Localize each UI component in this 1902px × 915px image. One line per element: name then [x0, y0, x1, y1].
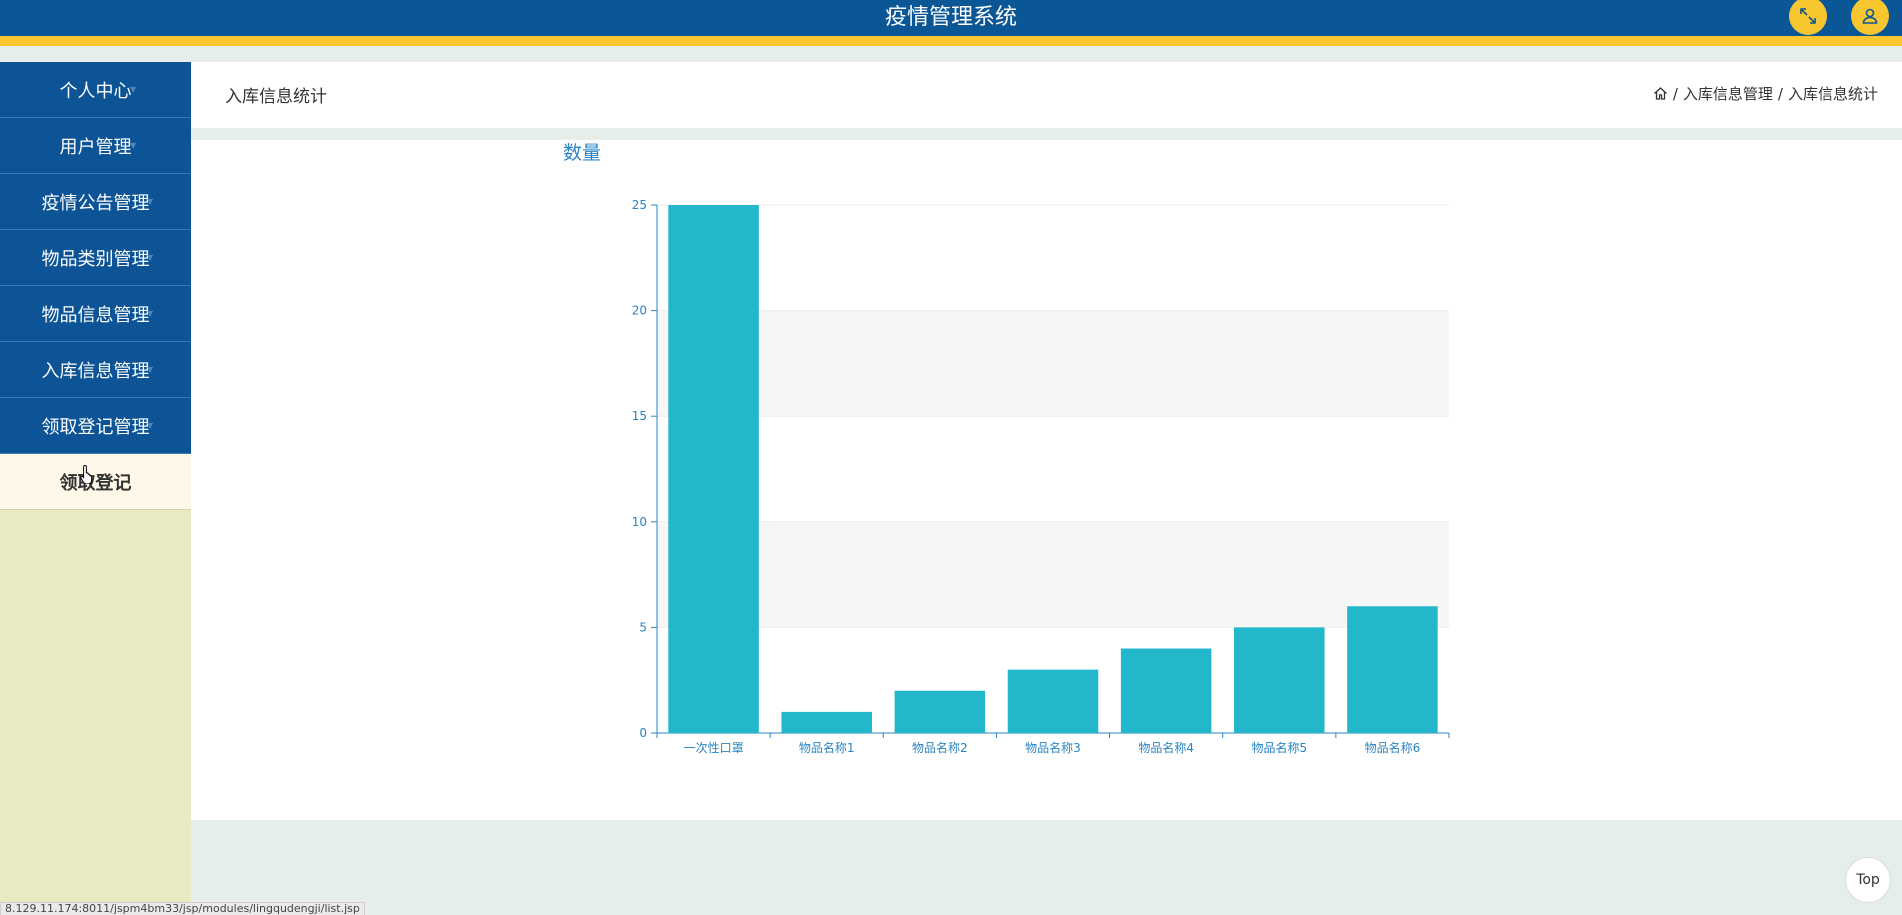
bar	[781, 711, 872, 733]
y-tick-label: 20	[632, 304, 647, 318]
y-tick-label: 10	[632, 515, 647, 529]
sidebar: 个人中心 ▼ 用户管理 ▼ 疫情公告管理 ▼ 物品类别管理 ▼ 物品信息管理 ▼…	[0, 62, 191, 915]
chevron-down-icon: ▼	[130, 141, 137, 150]
sidebar-item-goods-info[interactable]: 物品信息管理 ▼	[0, 286, 191, 342]
grid-band	[657, 521, 1449, 628]
sidebar-item-label: 领取登记管理	[41, 416, 150, 438]
sidebar-item-category-management[interactable]: 物品类别管理 ▼	[0, 230, 191, 286]
sidebar-item-personal-center[interactable]: 个人中心 ▼	[0, 62, 191, 118]
chart-panel: 数量 0 5 10 15 20 25 一次性口罩 物品名称1 物品名称2 物品名称3 物品名称4 物品名…	[191, 140, 1902, 820]
sidebar-item-label: 疫情公告管理	[41, 192, 150, 214]
bar	[1007, 669, 1099, 733]
x-tick-label: 一次性口罩	[684, 741, 744, 755]
x-tick-label: 物品名称3	[1025, 740, 1081, 755]
bar	[1234, 627, 1325, 733]
y-tick-label: 15	[632, 409, 647, 423]
chevron-down-icon: ▼	[147, 365, 154, 374]
chevron-down-icon: ▼	[147, 253, 154, 262]
bar	[1347, 606, 1438, 733]
grid-band	[657, 310, 1449, 417]
chevron-down-icon: ▼	[130, 85, 137, 94]
breadcrumb-separator: /	[1672, 84, 1678, 103]
app-title: 疫情管理系统	[884, 5, 1017, 30]
sidebar-item-label: 物品类别管理	[41, 248, 150, 270]
top-bar: 疫情管理系统	[0, 0, 1902, 46]
chart-title: 数量	[563, 142, 601, 164]
bar-chart: 数量 0 5 10 15 20 25 一次性口罩 物品名称1 物品名称2 物品名称3 物品名称4 物品名…	[563, 142, 1450, 755]
breadcrumb-item-inbound-management[interactable]: 入库信息管理	[1683, 83, 1773, 104]
sidebar-item-label: 物品信息管理	[41, 304, 150, 326]
x-tick-label: 物品名称6	[1365, 740, 1421, 755]
breadcrumb: / 入库信息管理 / 入库信息统计	[1653, 83, 1878, 104]
sidebar-item-pickup-management[interactable]: 领取登记管理 ▼	[0, 398, 191, 454]
fullscreen-icon	[1800, 8, 1816, 24]
x-tick-label: 物品名称2	[912, 740, 968, 755]
x-tick-label: 物品名称1	[799, 740, 855, 755]
sidebar-item-epidemic-notice[interactable]: 疫情公告管理 ▼	[0, 174, 191, 230]
sidebar-item-user-management[interactable]: 用户管理 ▼	[0, 118, 191, 174]
user-icon	[1862, 8, 1878, 24]
bar	[894, 690, 986, 733]
hand-cursor-icon	[80, 464, 93, 484]
status-bar-url: 8.129.11.174:8011/jspm4bm33/jsp/modules/…	[0, 902, 365, 915]
y-tick-label: 5	[639, 620, 647, 634]
sidebar-item-label: 个人中心	[59, 80, 132, 102]
page-title: 入库信息统计	[225, 87, 327, 107]
sidebar-item-label: 用户管理	[59, 136, 132, 158]
sidebar-item-inbound-management[interactable]: 入库信息管理 ▼	[0, 342, 191, 398]
content-header: 入库信息统计 / 入库信息管理 / 入库信息统计	[191, 62, 1902, 128]
accent-stripe	[0, 36, 1902, 46]
x-tick-label: 物品名称4	[1138, 740, 1194, 755]
chevron-down-icon: ▼	[147, 421, 154, 430]
sidebar-item-label: 入库信息管理	[41, 360, 150, 382]
y-tick-label: 25	[632, 198, 647, 212]
sidebar-subitem-pickup-register[interactable]: 领取登记	[0, 454, 191, 510]
breadcrumb-separator: /	[1777, 84, 1783, 103]
home-icon[interactable]	[1653, 86, 1668, 101]
chevron-down-icon: ▼	[147, 197, 154, 206]
chevron-down-icon: ▼	[147, 309, 154, 318]
bar	[1120, 648, 1212, 733]
breadcrumb-item-inbound-stats: 入库信息统计	[1787, 85, 1878, 103]
back-to-top-button[interactable]: Top	[1845, 857, 1891, 903]
x-tick-label: 物品名称5	[1251, 740, 1307, 755]
bar	[668, 205, 759, 733]
y-tick-label: 0	[639, 726, 647, 740]
